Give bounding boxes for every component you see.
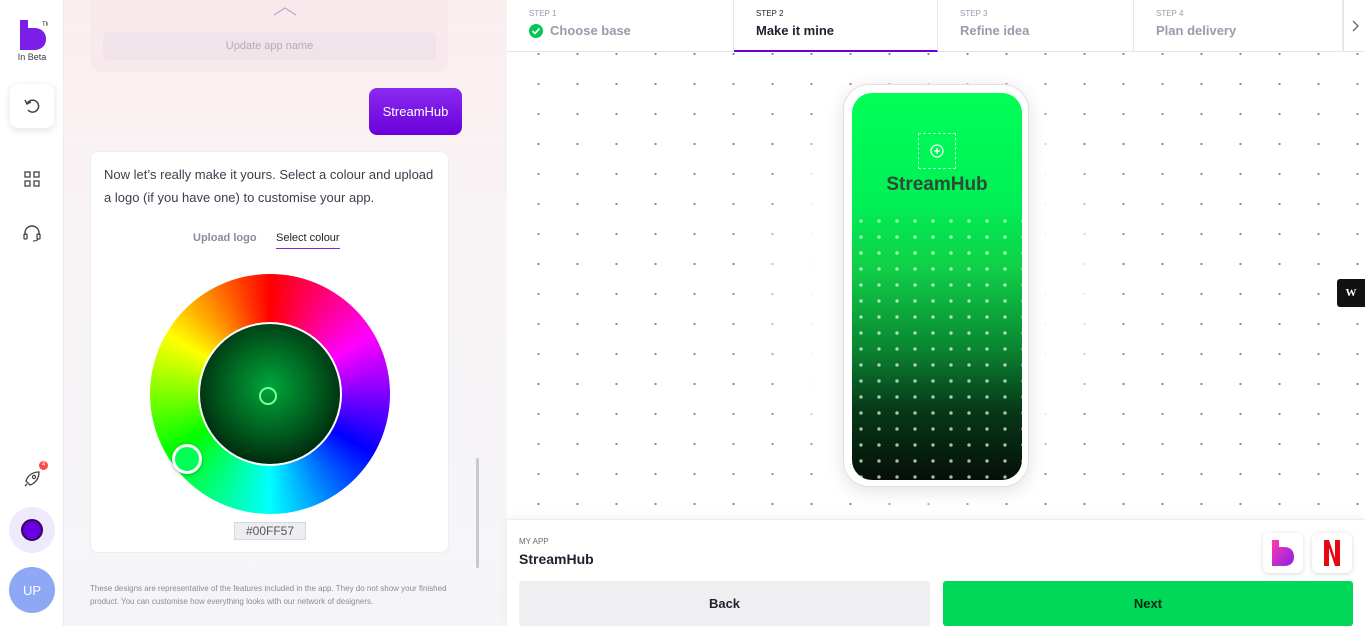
avatar[interactable]: UP xyxy=(9,567,55,613)
footer-bar: MY APP StreamHub Back Next xyxy=(507,519,1365,626)
steps-next-button[interactable] xyxy=(1343,0,1365,52)
disclaimer-text: These designs are representative of the … xyxy=(90,584,447,606)
stepper: STEP 1 Choose base STEP 2 Make it mine S… xyxy=(507,0,1365,52)
step-plan-delivery[interactable]: STEP 4 Plan delivery xyxy=(1134,0,1343,52)
step-label: Refine idea xyxy=(960,23,1030,38)
preview-stage: STEP 1 Choose base STEP 2 Make it mine S… xyxy=(507,0,1365,626)
netflix-logo-tile[interactable] xyxy=(1312,533,1352,573)
step-number: STEP 4 xyxy=(1156,9,1184,18)
colour-wheel[interactable] xyxy=(150,274,390,514)
back-button[interactable]: Back xyxy=(519,581,930,626)
phone-screen: StreamHub xyxy=(852,93,1022,480)
undo-icon xyxy=(24,99,40,113)
step-label: Choose base xyxy=(550,23,631,38)
tab-select-colour[interactable]: Select colour xyxy=(276,232,340,249)
launch-button[interactable]: 4 xyxy=(10,457,54,501)
next-button[interactable]: Next xyxy=(943,581,1353,626)
phone-preview: StreamHub xyxy=(843,84,1029,487)
customise-tabs: Upload logo Select colour xyxy=(91,232,450,254)
netflix-logo-icon xyxy=(1324,540,1340,566)
theme-color-button[interactable] xyxy=(9,507,55,553)
svg-text:TM: TM xyxy=(42,22,48,28)
bot-message-card: Now let’s really make it yours. Select a… xyxy=(90,151,449,553)
step-number: STEP 3 xyxy=(960,9,988,18)
preview-app-title: StreamHub xyxy=(886,174,988,195)
step-choose-base[interactable]: STEP 1 Choose base xyxy=(507,0,734,52)
hue-handle[interactable] xyxy=(172,444,202,474)
chat-scrollbar[interactable] xyxy=(476,458,479,568)
stage-lights-image xyxy=(852,213,1022,480)
beta-label: In Beta xyxy=(17,52,47,62)
rocket-icon xyxy=(24,471,40,487)
my-app-caption: MY APP xyxy=(519,537,549,546)
add-circle-icon xyxy=(930,144,944,158)
builder-logo-tile[interactable] xyxy=(1263,533,1303,573)
headset-icon xyxy=(23,225,41,242)
bot-message-text: Now let’s really make it yours. Select a… xyxy=(104,167,434,205)
builder-logo-icon[interactable]: TM xyxy=(18,18,48,52)
w-badge-icon[interactable]: W xyxy=(1337,279,1365,307)
shade-picker-handle[interactable] xyxy=(259,387,277,405)
left-rail: TM In Beta 4 UP xyxy=(0,0,64,626)
step-number: STEP 1 xyxy=(529,9,557,18)
step-refine-idea[interactable]: STEP 3 Refine idea xyxy=(938,0,1134,52)
step-make-it-mine[interactable]: STEP 2 Make it mine xyxy=(734,0,938,52)
add-logo-slot[interactable] xyxy=(918,133,956,169)
update-app-name-button[interactable]: Update app name xyxy=(103,32,436,60)
step-label: Make it mine xyxy=(756,23,835,38)
grid-icon xyxy=(24,171,40,187)
user-message-bubble: StreamHub xyxy=(369,88,462,135)
step-number: STEP 2 xyxy=(756,9,784,18)
tab-upload-logo[interactable]: Upload logo xyxy=(193,232,257,248)
support-button[interactable] xyxy=(10,211,54,255)
notification-badge: 4 xyxy=(39,461,48,470)
dashboard-button[interactable] xyxy=(10,157,54,201)
undo-button[interactable] xyxy=(10,84,54,128)
my-app-name: StreamHub xyxy=(519,551,594,567)
hex-colour-input[interactable] xyxy=(234,522,306,540)
chat-panel: Update app name StreamHub Now let’s real… xyxy=(64,0,507,626)
chevron-up-icon[interactable] xyxy=(272,6,298,16)
step-label: Plan delivery xyxy=(1156,23,1237,38)
chevron-right-icon xyxy=(1352,20,1359,32)
check-icon xyxy=(529,24,543,38)
builder-logo-icon xyxy=(1272,540,1294,566)
theme-color-swatch xyxy=(21,519,43,541)
